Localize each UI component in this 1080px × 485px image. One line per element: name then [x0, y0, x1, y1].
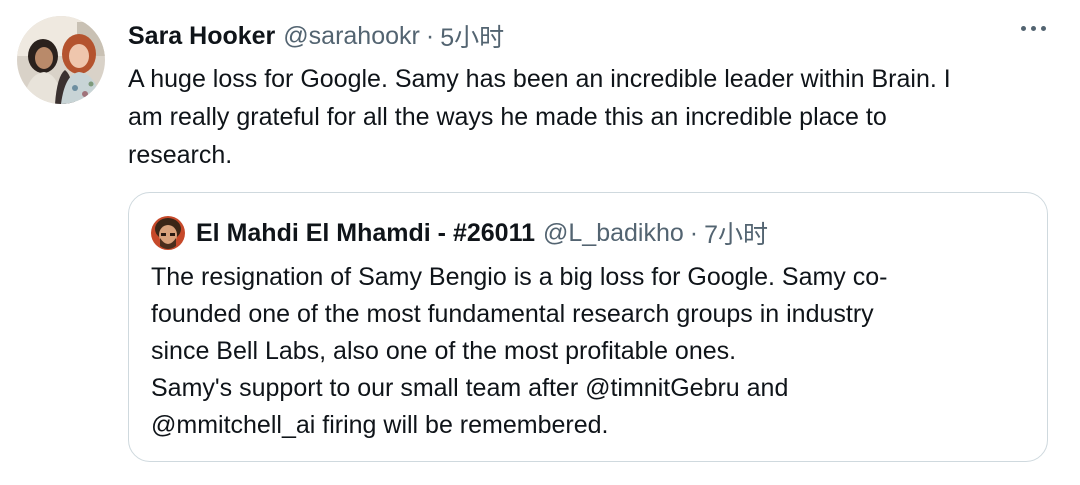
tweet-text-line: am really grateful for all the ways he m… — [128, 103, 887, 131]
quoted-avatar[interactable] — [151, 216, 185, 250]
separator-dot: · — [425, 21, 435, 50]
tweet: Sara Hooker @sarahookr · 5小时 A huge loss… — [0, 0, 1080, 485]
quoted-text-line: founded one of the most fundamental rese… — [151, 300, 874, 328]
quoted-header: El Mahdi El Mhamdi - #26011 @L_badikho ·… — [196, 215, 768, 251]
quoted-text-line: @mmitchell_ai firing will be remembered. — [151, 411, 609, 439]
more-dot — [1041, 26, 1046, 31]
avatar[interactable] — [17, 16, 105, 104]
quoted-text-line: The resignation of Samy Bengio is a big … — [151, 263, 888, 291]
quoted-display-name[interactable]: El Mahdi El Mhamdi - #26011 — [196, 219, 535, 248]
tweet-text: A huge loss for Google. Samy has been an… — [128, 60, 1048, 174]
quoted-avatar-photo — [151, 216, 185, 250]
quoted-text-line: Samy's support to our small team after @… — [151, 374, 789, 402]
more-dot — [1031, 26, 1036, 31]
user-handle[interactable]: @sarahookr — [283, 22, 420, 51]
more-dot — [1021, 26, 1026, 31]
quoted-tweet[interactable]: El Mahdi El Mhamdi - #26011 @L_badikho ·… — [128, 192, 1048, 462]
more-horizontal-icon[interactable] — [1021, 26, 1046, 31]
quoted-text-line: since Bell Labs, also one of the most pr… — [151, 337, 737, 365]
display-name[interactable]: Sara Hooker — [128, 22, 275, 51]
quoted-timestamp[interactable]: 7小时 — [704, 215, 768, 251]
timestamp[interactable]: 5小时 — [440, 18, 504, 54]
quoted-text: The resignation of Samy Bengio is a big … — [151, 259, 1031, 444]
avatar-photo — [17, 16, 105, 104]
tweet-text-line: A huge loss for Google. Samy has been an… — [128, 65, 951, 93]
tweet-text-line: research. — [128, 141, 233, 169]
separator-dot: · — [689, 218, 699, 247]
quoted-user-handle[interactable]: @L_badikho — [543, 219, 684, 248]
tweet-header: Sara Hooker @sarahookr · 5小时 — [128, 18, 504, 54]
